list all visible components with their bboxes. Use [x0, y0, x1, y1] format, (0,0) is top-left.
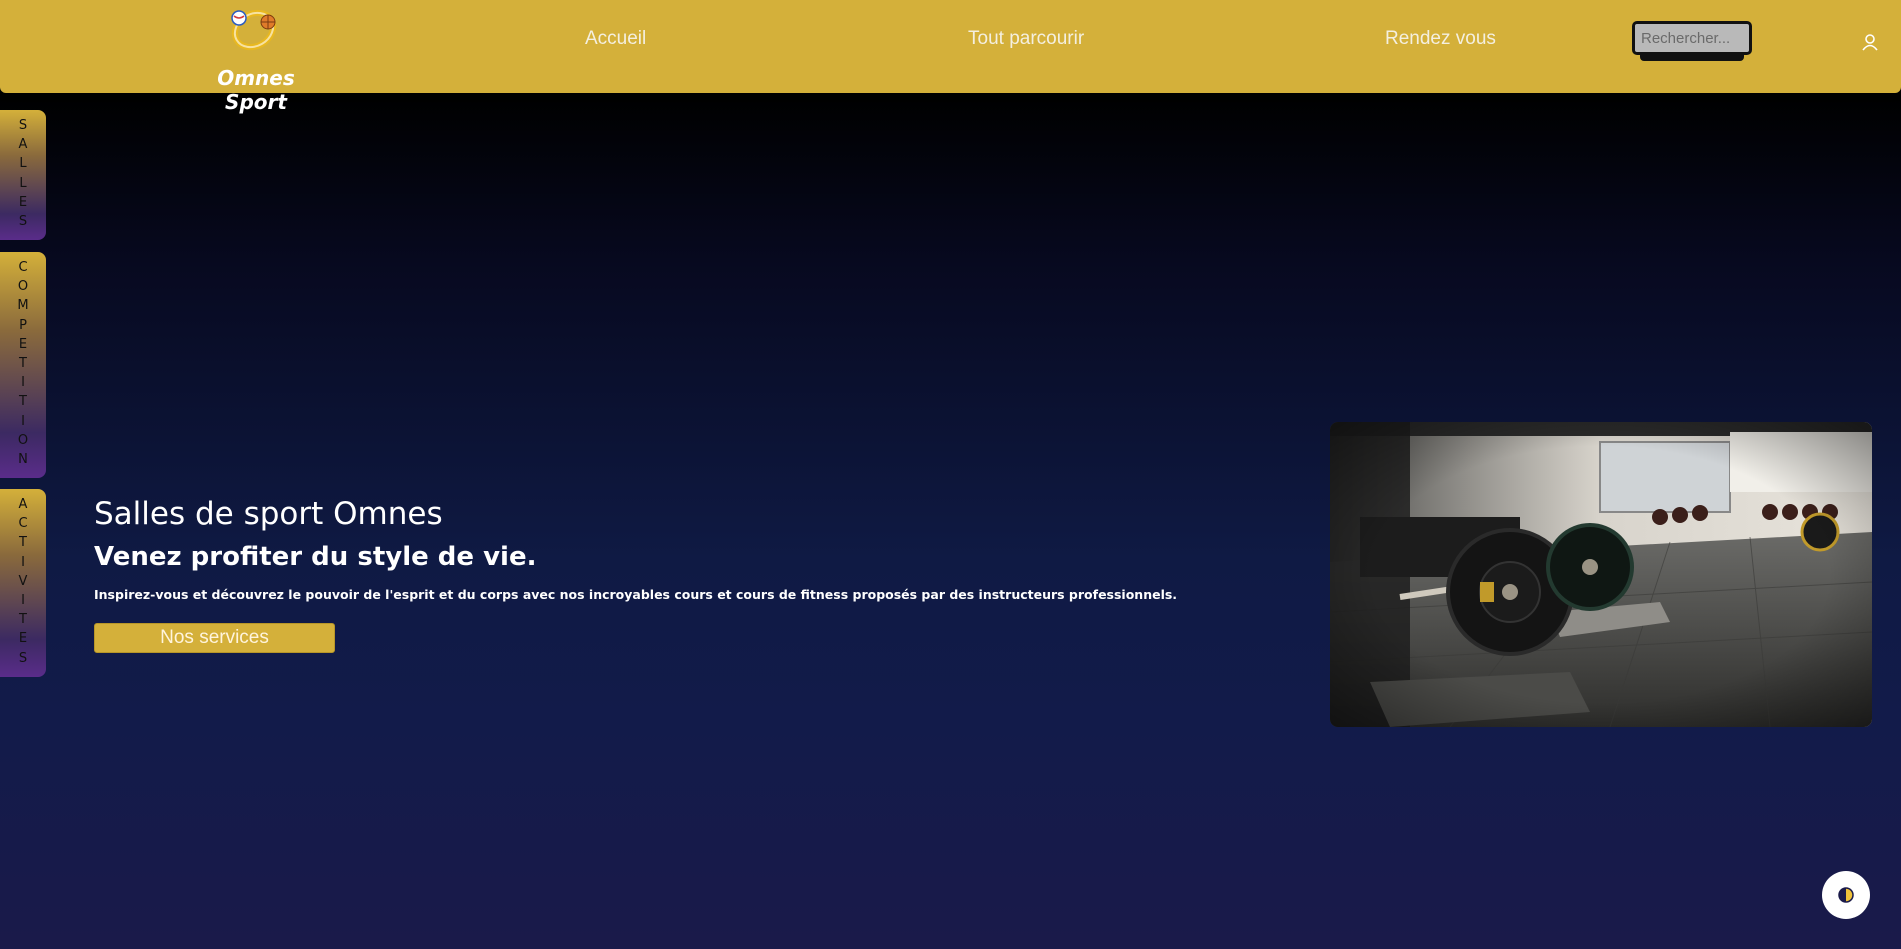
brand-name: Omnes Sport: [217, 66, 295, 114]
side-tab-letter: S: [18, 118, 28, 133]
side-tab-letter: S: [18, 214, 28, 230]
side-tab-letter: A: [18, 497, 28, 512]
search-input[interactable]: [1632, 21, 1752, 55]
side-tab-competition[interactable]: COMPETITION: [0, 252, 46, 478]
nav-link-tout-parcourir[interactable]: Tout parcourir: [968, 28, 1084, 50]
contrast-icon: [1838, 887, 1854, 903]
side-tab-letter: T: [19, 356, 27, 372]
nav-link-rendez-vous[interactable]: Rendez vous: [1385, 28, 1496, 50]
side-tab-letter: I: [21, 375, 25, 391]
side-tab-letter: C: [18, 260, 28, 275]
nos-services-button[interactable]: Nos services: [94, 623, 335, 653]
side-tab-letter: T: [19, 394, 27, 410]
side-tab-letter: S: [18, 650, 28, 666]
side-tab-letter: T: [19, 535, 27, 551]
side-tab-letter: A: [18, 137, 28, 153]
side-tab-salles[interactable]: SALLES: [0, 110, 46, 240]
side-tab-letter: I: [21, 593, 25, 609]
hero-title: Salles de sport Omnes: [94, 496, 443, 532]
hero-subtitle: Venez profiter du style de vie.: [94, 542, 537, 572]
side-tab-letter: P: [19, 317, 27, 333]
side-tab-letter: E: [18, 194, 28, 210]
side-tab-letter: O: [17, 279, 29, 295]
side-tab-letter: T: [19, 612, 27, 628]
gym-barbell-photo: [1330, 422, 1872, 727]
side-tab-letter: L: [19, 156, 27, 172]
side-tab-letter: I: [21, 413, 25, 429]
side-tab-letter: V: [18, 573, 28, 589]
side-tab-activites[interactable]: ACTIVITES: [0, 489, 46, 677]
theme-toggle-button[interactable]: [1822, 871, 1870, 919]
side-tab-letter: M: [17, 298, 29, 314]
top-header: Omnes Sport Accueil Tout parcourir Rende…: [0, 0, 1901, 114]
search-box: [1632, 21, 1752, 65]
side-tab-letter: C: [18, 516, 28, 532]
sports-ring-logo-icon: [231, 9, 277, 51]
side-tab-letter: O: [17, 432, 29, 448]
side-tab-letter: E: [18, 631, 28, 647]
user-icon[interactable]: [1860, 32, 1880, 52]
side-tab-letter: I: [21, 554, 25, 570]
side-tab-letter: N: [18, 452, 28, 468]
brand-logo[interactable]: Omnes Sport: [190, 2, 330, 114]
side-tab-letter: L: [19, 175, 27, 191]
nav-link-accueil[interactable]: Accueil: [585, 28, 646, 50]
hero-description: Inspirez-vous et découvrez le pouvoir de…: [94, 587, 1178, 602]
side-tab-letter: E: [18, 336, 28, 352]
